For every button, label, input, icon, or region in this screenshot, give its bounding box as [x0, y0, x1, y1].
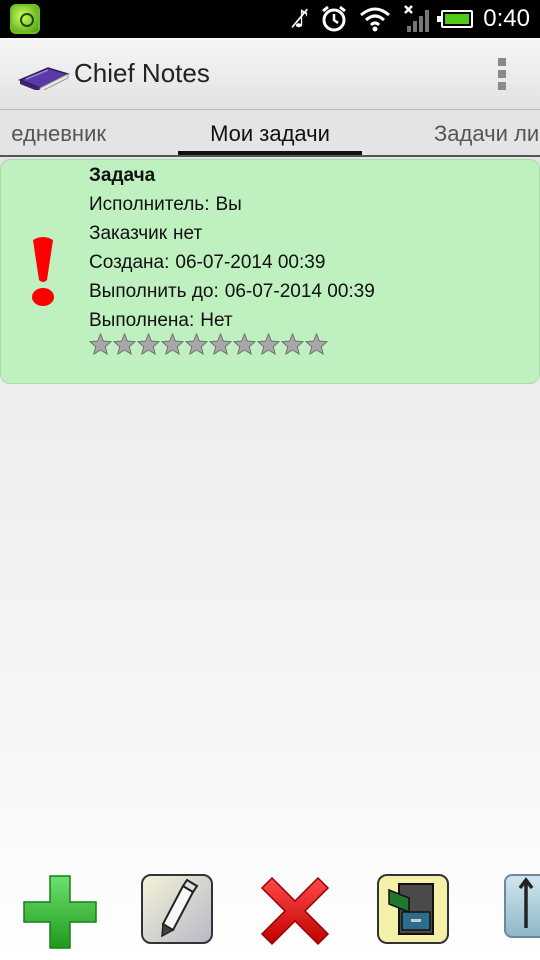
rating-stars[interactable]	[89, 333, 328, 355]
tab-my-tasks[interactable]: Мои задачи	[178, 121, 362, 147]
task-title: Задача	[89, 165, 156, 186]
battery-icon	[437, 10, 474, 28]
alarm-icon	[322, 5, 347, 32]
star-icon[interactable]	[281, 333, 304, 355]
action-bar: Chief Notes	[0, 38, 540, 110]
status-time: 0:40	[483, 5, 530, 32]
done-value: Нет	[200, 310, 233, 331]
due-value: 06-07-2014 00:39	[224, 281, 375, 302]
star-icon[interactable]	[209, 333, 232, 355]
customer-value: нет	[173, 223, 203, 244]
star-icon[interactable]	[161, 333, 184, 355]
star-icon[interactable]	[113, 333, 136, 355]
task-assignee: Исполнитель: Вы	[89, 194, 242, 216]
book-icon	[18, 67, 70, 90]
scroll-up-button[interactable]	[504, 874, 540, 938]
bottom-toolbar	[0, 868, 540, 960]
assignee-label: Исполнитель:	[89, 194, 210, 215]
wifi-icon	[360, 7, 391, 32]
edit-button[interactable]	[141, 874, 213, 944]
customer-label: Заказчик	[89, 223, 168, 244]
task-customer: Заказчик нет	[89, 223, 202, 245]
status-bar: ♪̸ 0:40	[0, 0, 540, 38]
star-icon[interactable]	[305, 333, 328, 355]
status-icons: ♪̸ 0:40	[294, 0, 530, 38]
star-icon[interactable]	[185, 333, 208, 355]
edit-pencil-icon	[161, 878, 199, 938]
archive-cabinet-icon	[388, 883, 434, 935]
add-icon[interactable]	[22, 874, 98, 950]
tab-bar: едневник Мои задачи Задачи ли	[0, 111, 540, 157]
star-icon[interactable]	[233, 333, 256, 355]
due-label: Выполнить до:	[89, 281, 219, 302]
created-value: 06-07-2014 00:39	[175, 252, 326, 273]
exclamation-icon	[32, 237, 54, 306]
task-created: Создана: 06-07-2014 00:39	[89, 252, 325, 274]
tab-tasks-personal[interactable]: Задачи ли	[434, 121, 539, 147]
task-done: Выполнена: Нет	[89, 310, 233, 332]
assignee-value: Вы	[215, 194, 242, 215]
app-shield-icon	[10, 4, 40, 34]
scroll-up-icon	[518, 877, 534, 928]
overflow-menu-icon[interactable]	[490, 58, 514, 92]
task-card[interactable]: Задача Исполнитель: Вы Заказчик нет Создан…	[0, 159, 540, 384]
muted-icon: ♪̸	[293, 5, 310, 33]
star-icon[interactable]	[257, 333, 280, 355]
star-icon[interactable]	[89, 333, 112, 355]
app-title: Chief Notes	[74, 58, 210, 88]
archive-button[interactable]	[377, 874, 449, 944]
created-label: Создана:	[89, 252, 170, 273]
done-label: Выполнена:	[89, 310, 195, 331]
tab-diary[interactable]: едневник	[11, 121, 106, 147]
signal-icon	[404, 5, 430, 32]
tab-selected-indicator	[178, 151, 362, 155]
star-icon[interactable]	[137, 333, 160, 355]
delete-x-icon[interactable]	[258, 874, 332, 948]
task-due: Выполнить до: 06-07-2014 00:39	[89, 281, 375, 303]
